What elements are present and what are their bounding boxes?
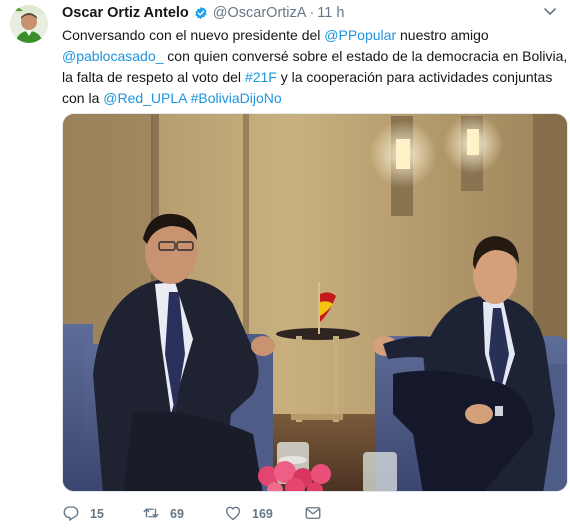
retweet-count: 69	[170, 507, 184, 521]
tweet-text-line: con la @Red_UPLA #BoliviaDijoNo	[62, 88, 562, 109]
like-button[interactable]: 169	[224, 504, 304, 525]
retweet-icon	[142, 504, 160, 525]
like-count: 169	[252, 507, 273, 521]
text-segment: y la cooperación para actividades conjun…	[276, 69, 553, 85]
text-segment: Conversando con el nuevo presidente del	[62, 27, 325, 43]
avatar[interactable]	[10, 5, 48, 43]
chevron-down-icon[interactable]	[542, 3, 558, 19]
mention-ppopular[interactable]: @PPopular	[324, 27, 396, 43]
mention-red-upla[interactable]: @Red_UPLA	[103, 90, 186, 106]
author-display-name[interactable]: Oscar Ortiz Antelo	[62, 5, 189, 21]
text-segment: nuestro amigo	[396, 27, 489, 43]
hashtag-21f[interactable]: #21F	[245, 69, 277, 85]
tweet-photo[interactable]	[62, 113, 568, 492]
text-segment: la falta de respeto al voto del	[62, 69, 245, 85]
reply-icon	[62, 504, 80, 525]
direct-message-button[interactable]	[304, 504, 322, 525]
tweet-text-line: la falta de respeto al voto del #21F y l…	[62, 67, 562, 88]
hashtag-boliviadijono[interactable]: #BoliviaDijoNo	[191, 90, 282, 106]
tweet-text-line: Conversando con el nuevo presidente del …	[62, 25, 562, 46]
header-separator: ·	[309, 5, 315, 21]
envelope-icon	[304, 504, 322, 525]
heart-icon	[224, 504, 242, 525]
photo-image	[63, 114, 567, 491]
retweet-button[interactable]: 69	[142, 504, 224, 525]
mention-pablocasado[interactable]: @pablocasado_	[62, 48, 163, 64]
reply-button[interactable]: 15	[62, 504, 142, 525]
verified-badge-icon	[194, 6, 208, 20]
text-segment: con quien conversé sobre el estado de la…	[163, 48, 568, 64]
tweet: Oscar Ortiz Antelo @OscarOrtizA · 11 h C…	[0, 0, 570, 530]
tweet-actions: 15 69 169	[62, 503, 322, 525]
tweet-header: Oscar Ortiz Antelo @OscarOrtizA · 11 h	[62, 3, 344, 23]
author-handle[interactable]: @OscarOrtizA	[213, 5, 307, 21]
text-segment: con la	[62, 90, 104, 106]
tweet-text-line: @pablocasado_ con quien conversé sobre e…	[62, 46, 567, 67]
reply-count: 15	[90, 507, 104, 521]
tweet-timestamp[interactable]: 11 h	[317, 5, 344, 21]
tweet-text: Conversando con el nuevo presidente del …	[62, 25, 567, 109]
avatar-image	[10, 5, 48, 43]
